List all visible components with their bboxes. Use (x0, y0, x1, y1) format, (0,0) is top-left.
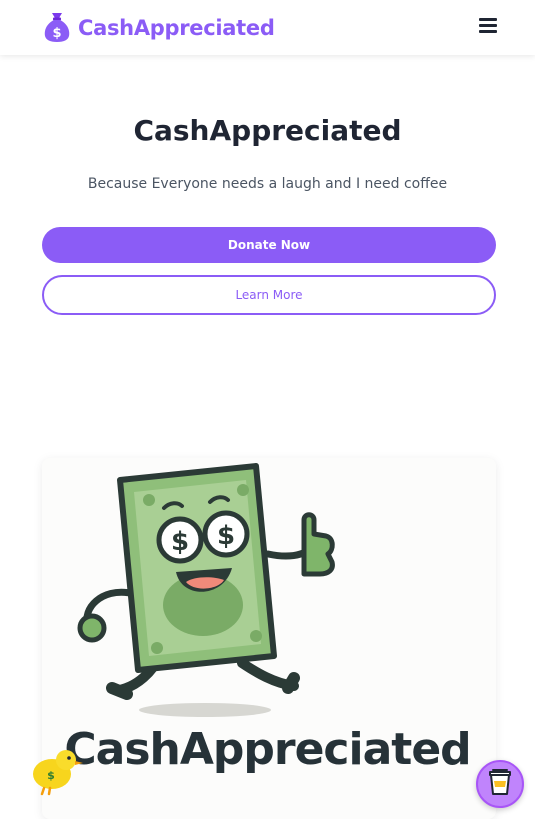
hero-title: CashAppreciated (133, 114, 402, 147)
svg-text:$: $ (171, 527, 189, 557)
brand-link[interactable]: $ CashAppreciated (42, 9, 275, 47)
coffee-cup-button[interactable] (476, 760, 524, 808)
money-bag-icon: $ (42, 9, 72, 47)
svg-text:$: $ (52, 26, 61, 41)
brand-name: CashAppreciated (78, 16, 275, 40)
learn-more-button[interactable]: Learn More (42, 275, 496, 315)
chick-coin-icon[interactable]: $ (30, 746, 86, 796)
coffee-cup-icon (488, 768, 512, 800)
svg-text:$: $ (217, 521, 235, 551)
top-nav-bar: $ CashAppreciated (0, 0, 535, 55)
hero-subtitle: Because Everyone needs a laugh and I nee… (87, 176, 448, 192)
hamburger-menu-icon[interactable] (479, 18, 497, 34)
svg-text:$: $ (47, 769, 55, 782)
donate-now-button[interactable]: Donate Now (42, 227, 496, 263)
